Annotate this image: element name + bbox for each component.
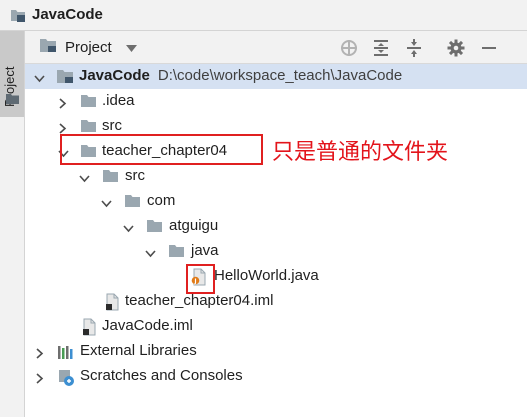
folder-icon [146,219,163,237]
tree-node-javacode-iml[interactable]: JavaCode.iml [25,314,527,339]
folder-label: atguigu [169,217,219,234]
folder-icon [102,169,119,187]
project-view-label: Project [65,38,112,56]
highlight-box-teacher-folder [60,134,263,165]
folder-label: java [191,242,219,259]
collapse-all-icon[interactable] [405,39,423,57]
expand-all-icon[interactable] [372,39,390,57]
tree-node-java[interactable]: java [25,239,527,264]
chevron-down-icon[interactable] [79,171,90,188]
chevron-down-icon[interactable] [34,71,45,88]
chevron-right-icon[interactable] [35,346,45,363]
tree-node-chapter-src[interactable]: src [25,164,527,189]
libraries-icon [57,344,75,364]
window-title: JavaCode [32,6,103,23]
project-folder-icon [10,8,26,26]
tree-node-scratches[interactable]: Scratches and Consoles [25,364,527,389]
tree-node-javacode-root[interactable]: JavaCode D:\code\workspace_teach\JavaCode [25,64,527,89]
tree-node-external-libraries[interactable]: External Libraries [25,339,527,364]
tree-node-idea[interactable]: .idea [25,89,527,114]
chevron-down-icon[interactable] [145,246,156,263]
folder-icon [6,91,19,108]
chevron-down-icon[interactable] [101,196,112,213]
project-view-icon [39,38,57,57]
file-label: JavaCode.iml [102,317,193,334]
chevron-down-icon[interactable] [123,221,134,238]
project-toolbar: Project [25,31,527,64]
iml-file-icon [104,293,120,315]
gear-icon[interactable] [447,39,465,57]
file-label: HelloWorld.java [214,267,319,284]
module-folder-icon [56,69,74,88]
folder-label: com [147,192,176,209]
minimize-icon[interactable] [480,39,498,57]
folder-label: src [102,117,122,134]
folder-icon [80,94,97,112]
folder-label: .idea [102,92,135,109]
highlight-box-java-icon [186,264,215,294]
project-tool-tab[interactable]: Project [0,31,24,117]
scratches-icon [57,369,75,390]
tree-node-helloworld-java[interactable]: J HelloWorld.java [25,264,527,289]
chevron-down-icon[interactable] [125,39,137,56]
annotation-text: 只是普通的文件夹 [272,140,449,165]
tree-node-com[interactable]: com [25,189,527,214]
file-label: teacher_chapter04.iml [125,292,274,309]
external-libraries-label: External Libraries [80,342,197,359]
tree-node-atguigu[interactable]: atguigu [25,214,527,239]
chevron-right-icon[interactable] [58,96,68,113]
project-tree: JavaCode D:\code\workspace_teach\JavaCode… [25,64,527,417]
locate-icon[interactable] [340,39,358,57]
folder-icon [124,194,141,212]
folder-label: src [125,167,145,184]
scratches-label: Scratches and Consoles [80,367,243,384]
root-module-name: JavaCode [79,67,150,84]
root-module-path: D:\code\workspace_teach\JavaCode [157,67,403,84]
folder-icon [168,244,185,262]
tool-window-strip: Project [0,31,25,417]
tree-node-teacher-iml[interactable]: teacher_chapter04.iml [25,289,527,314]
iml-file-icon [81,318,97,340]
chevron-right-icon[interactable] [35,371,45,388]
project-view-selector[interactable]: Project [39,31,137,63]
window-titlebar: JavaCode [0,0,527,31]
